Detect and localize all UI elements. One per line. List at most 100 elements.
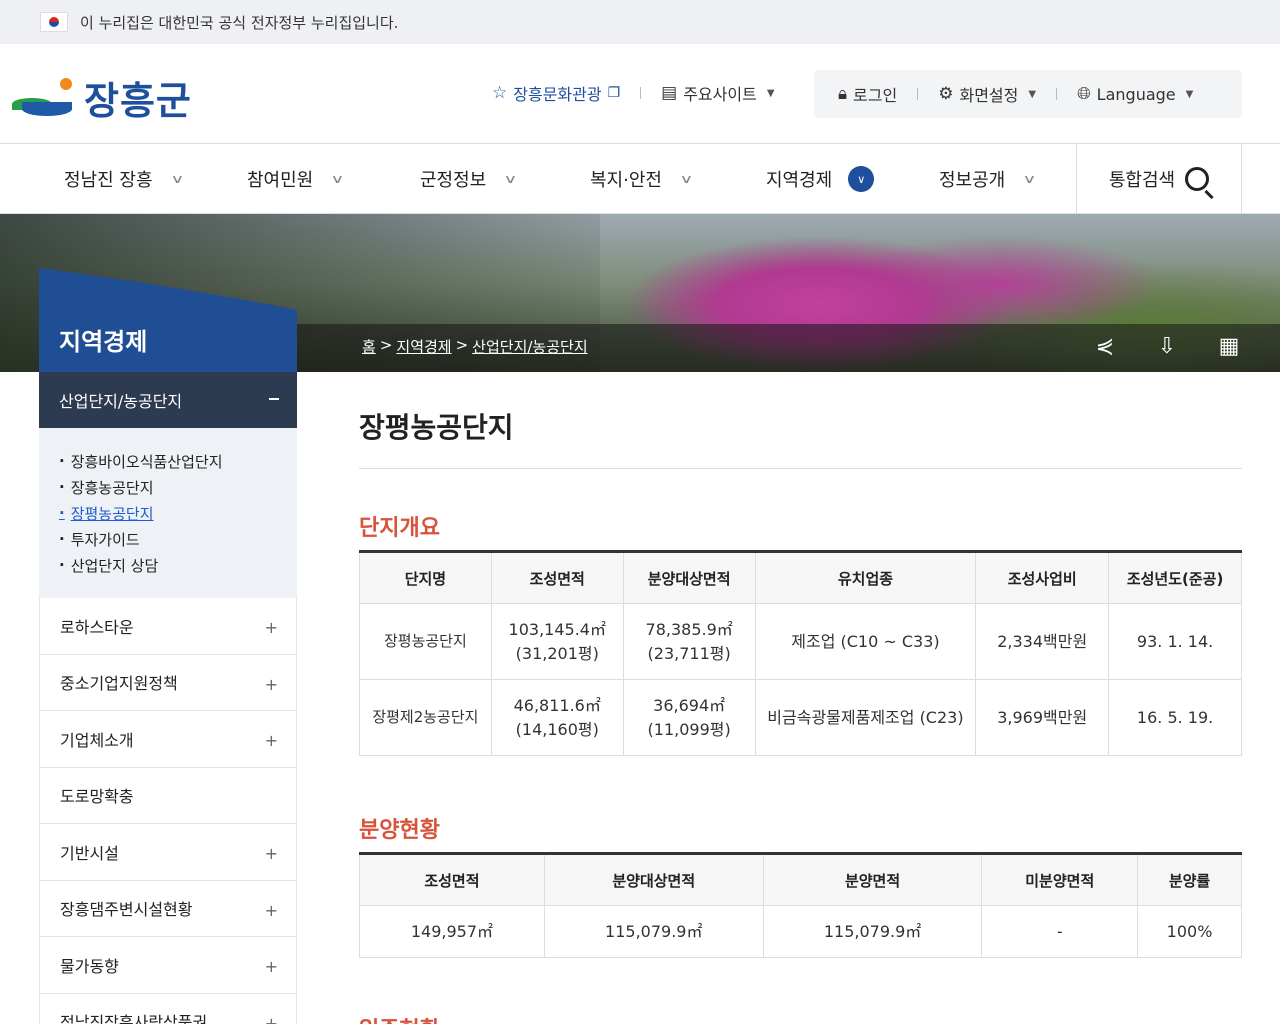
gnb-item-5-active[interactable]: 지역경제 ∨ [766,144,875,214]
utility-left: ☆ 장흥문화관광 ❐ ▤ 주요사이트 ▼ [492,70,775,116]
sidebar-item[interactable]: 정남진장흥사랑상품권 + [39,993,297,1024]
new-window-icon: ❐ [607,85,621,101]
cell-name: 장평제2농공단지 [359,679,492,756]
submenu-item[interactable]: 산업단지 상담 [59,552,297,578]
lock-icon: 🔒︎ [838,83,848,104]
cell-area-m2: 46,811.6㎡ [513,695,601,715]
sidebar-item-label: 기반시설 [60,843,119,863]
cell-year: 16. 5. 19. [1108,679,1242,756]
sidebar-item-label: 물가동향 [60,956,119,976]
cell-area: 46,811.6㎡ (14,160평) [490,679,624,756]
language-label: Language [1096,84,1176,104]
korea-flag-icon [40,12,68,32]
cell-area-py: (31,201평) [515,643,599,663]
table-cell: 115,079.9㎡ [543,905,764,958]
cell-sale-m2: 78,385.9㎡ [645,619,733,639]
table-header: 분양대상면적 [543,852,764,906]
submenu-item-current[interactable]: 장평농공단지 [59,500,297,526]
gnb-label: 군정정보 [420,170,487,191]
main-sites-dropdown[interactable]: ▤ 주요사이트 ▼ [661,81,774,105]
plus-icon: + [264,618,278,637]
sidebar-item[interactable]: 중소기업지원정책 + [39,654,297,711]
language-dropdown[interactable]: 🌐︎ Language ▼ [1077,85,1193,104]
gnb-label: 참여민원 [247,170,314,191]
gov-banner-text: 이 누리집은 대한민국 공식 전자정부 누리집입니다. [80,13,399,32]
gnb-item-1[interactable]: 정남진 장흥 ∨ [64,144,184,214]
cell-name: 장평농공단지 [359,603,492,680]
display-settings-button[interactable]: ⚙ 화면설정 ▼ [938,82,1036,106]
submenu-item[interactable]: 투자가이드 [59,526,297,552]
table-header: 유치업종 [754,550,977,604]
cell-area-m2: 103,145.4㎡ [508,619,606,639]
sidebar-item[interactable]: 물가동향 + [39,937,297,994]
breadcrumb-level2[interactable]: 산업단지/농공단지 [472,336,587,357]
gnb-label: 복지·안전 [590,170,662,191]
table-cell: - [981,905,1139,958]
table-header: 조성사업비 [975,550,1110,604]
chevron-down-icon: ∨ [848,166,875,192]
gnb-label: 정남진 장흥 [64,170,153,191]
table-header: 분양대상면적 [622,550,756,604]
gnb-item-4[interactable]: 복지·안전 ∨ [590,144,694,214]
breadcrumb-home[interactable]: 홈 [362,336,376,357]
submenu-item[interactable]: 장흥바이오식품산업단지 [59,448,297,474]
sidebar-list: 로하스타운 + 중소기업지원정책 + 기업체소개 + 도로망확충 기반시설 + 장흥댐주… [39,598,297,1024]
gnb-item-2[interactable]: 참여민원 ∨ [247,144,345,214]
cell-area: 103,145.4㎡ (31,201평) [490,603,624,680]
section-title-occupancy: 입주현황 [359,1012,440,1024]
gov-banner: 이 누리집은 대한민국 공식 전자정부 누리집입니다. [0,0,1280,44]
overview-table: 단지명 조성면적 분양대상면적 유치업종 조성사업비 조성년도(준공) 장평농공… [359,550,1242,756]
download-icon[interactable]: ⇩ [1154,334,1180,359]
globe-icon: 🌐︎ [1077,83,1091,104]
sidebar-title: 지역경제 [59,328,148,356]
cell-sale-py: (11,099평) [647,719,731,739]
table-header: 미분양면적 [981,852,1139,906]
sidebar-item[interactable]: 기업체소개 + [39,711,297,768]
document-icon: ▤ [661,82,678,103]
breadcrumb-separator: > [455,336,469,354]
gnb-item-6[interactable]: 정보공개 ∨ [939,144,1037,214]
sidebar-item[interactable]: 장흥댐주변시설현황 + [39,880,297,937]
table-header: 조성면적 [359,852,545,906]
search-icon [1185,167,1210,191]
caret-down-icon: ▼ [1028,88,1037,100]
gear-icon: ⚙ [938,83,954,104]
share-icon[interactable]: ⋞ [1092,334,1118,359]
title-divider [359,468,1242,469]
gnb-item-3[interactable]: 군정정보 ∨ [420,144,518,214]
table-header: 단지명 [359,550,492,604]
chevron-down-icon: ∨ [503,172,518,186]
integrated-search-button[interactable]: 통합검색 [1076,144,1242,214]
page-title: 장평농공단지 [359,411,514,444]
sidebar-item-label: 중소기업지원정책 [60,674,178,694]
breadcrumb-level1[interactable]: 지역경제 [396,336,451,357]
logo[interactable]: 장흥군 [12,70,192,125]
plus-icon: + [264,844,278,863]
sidebar-item-active[interactable]: 산업단지/농공단지 [39,372,297,428]
sidebar-item[interactable]: 로하스타운 + [39,598,297,655]
qr-code-icon[interactable]: ▦ [1216,334,1242,359]
sidebar-item-label: 도로망확충 [60,787,134,807]
plus-icon: + [264,1013,278,1024]
chevron-down-icon: ∨ [679,172,694,186]
tour-label: 장흥문화관광 [513,85,602,104]
submenu-item[interactable]: 장흥농공단지 [59,474,297,500]
caret-down-icon: ▼ [766,87,775,99]
logo-text: 장흥군 [84,79,192,123]
main-sites-label: 주요사이트 [683,85,757,104]
cell-area-py: (14,160평) [515,719,599,739]
sidebar-item[interactable]: 기반시설 + [39,824,297,881]
sales-table: 조성면적 분양대상면적 분양면적 미분양면적 분양률 149,957㎡ 115,… [359,852,1242,958]
plus-icon: + [264,957,278,976]
section-title-sales: 분양현황 [359,818,440,843]
tour-link[interactable]: ☆ 장흥문화관광 ❐ [492,81,620,105]
plus-icon: + [264,731,278,750]
table-row: 장평농공단지 103,145.4㎡ (31,201평) 78,385.9㎡ (23,… [359,603,1242,680]
minus-icon [269,398,279,400]
plus-icon: + [264,900,278,920]
sidebar-item[interactable]: 도로망확충 [39,767,297,824]
table-row: 장평제2농공단지 46,811.6㎡ (14,160평) 36,694㎡ (11,0… [359,679,1242,756]
cell-year: 93. 1. 14. [1108,603,1242,680]
table-header: 분양률 [1137,852,1242,906]
login-button[interactable]: 🔒︎ 로그인 [838,82,897,106]
